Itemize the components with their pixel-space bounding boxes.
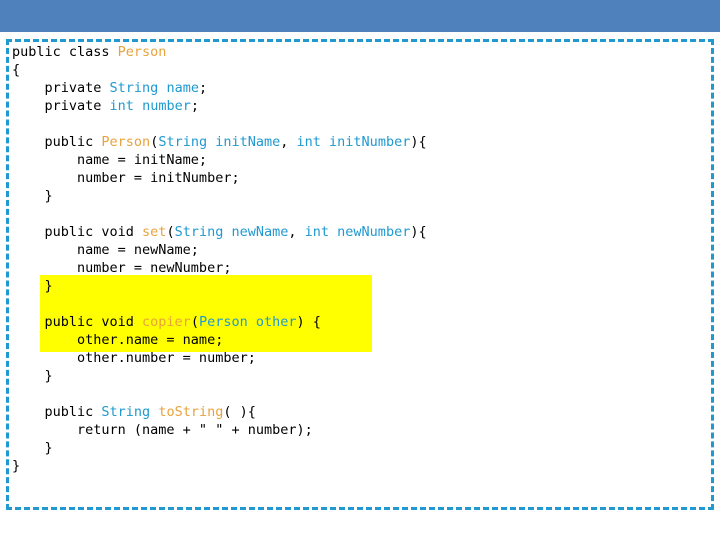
code-token: int xyxy=(109,98,143,114)
code-token: } xyxy=(12,368,53,384)
code-line: public class Person xyxy=(12,43,714,61)
code-line: name = initName; xyxy=(12,151,714,169)
code-line: } xyxy=(12,187,714,205)
code-token: ( ){ xyxy=(223,404,256,420)
code-token: ( xyxy=(190,314,199,330)
code-line xyxy=(12,205,714,223)
code-line: private String name; xyxy=(12,79,714,97)
code-line xyxy=(12,385,714,403)
code-token: toString xyxy=(158,404,224,420)
code-token: ) { xyxy=(296,314,321,330)
code-token: ; xyxy=(198,80,208,96)
code-token: int xyxy=(296,134,330,150)
code-token: newNumber xyxy=(337,224,411,240)
code-token: name xyxy=(166,80,199,96)
code-token: int xyxy=(304,224,338,240)
slide: public class Person { private String nam… xyxy=(0,0,720,540)
code-line: public void set(String newName, int newN… xyxy=(12,223,714,241)
code-token: other.name = name; xyxy=(12,332,224,348)
code-token: public void xyxy=(12,224,143,240)
code-token: initName xyxy=(215,134,281,150)
code-token: number = initNumber; xyxy=(12,170,240,186)
code-token: number xyxy=(142,98,191,114)
code-line: number = newNumber; xyxy=(12,259,714,277)
code-line: return (name + " " + number); xyxy=(12,421,714,439)
code-token: ( xyxy=(166,224,175,240)
code-token: set xyxy=(142,224,167,240)
code-token: Person xyxy=(101,134,151,150)
code-token: ; xyxy=(190,98,199,114)
code-token: , xyxy=(288,224,305,240)
code-line: } xyxy=(12,439,714,457)
code-token: } xyxy=(12,440,53,456)
code-line: private int number; xyxy=(12,97,714,115)
code-token: } xyxy=(12,458,21,474)
code-line: other.name = name; xyxy=(12,331,714,349)
code-block: public class Person { private String nam… xyxy=(6,39,714,510)
code-line: } xyxy=(12,277,714,295)
code-token: ){ xyxy=(410,224,427,240)
code-line: public String toString( ){ xyxy=(12,403,714,421)
code-line: } xyxy=(12,367,714,385)
code-token: ){ xyxy=(410,134,427,150)
code-token: other xyxy=(255,314,297,330)
code-line: other.number = number; xyxy=(12,349,714,367)
code-line: } xyxy=(12,457,714,475)
code-line: { xyxy=(12,61,714,79)
code-token: public class xyxy=(12,44,118,60)
code-line xyxy=(12,295,714,313)
code-line: public void copier(Person other) { xyxy=(12,313,714,331)
code-token: private xyxy=(12,98,110,114)
code-token: { xyxy=(12,62,21,78)
code-token: Person xyxy=(198,314,256,330)
code-token: name = newName; xyxy=(12,242,199,258)
code-token: other.number = number; xyxy=(12,350,256,366)
code-token: } xyxy=(12,278,53,294)
code-token: String xyxy=(174,224,232,240)
code-token: name = initName; xyxy=(12,152,208,168)
code-token: String xyxy=(158,134,216,150)
code-token: String xyxy=(101,404,159,420)
code-token: newName xyxy=(231,224,289,240)
code-token: , xyxy=(280,134,297,150)
code-token: public xyxy=(12,404,102,420)
code-line: name = newName; xyxy=(12,241,714,259)
code-token: return (name + " " + number); xyxy=(12,422,313,438)
code-token: public void xyxy=(12,314,143,330)
code-token: public xyxy=(12,134,102,150)
code-token: } xyxy=(12,188,53,204)
code-line xyxy=(12,115,714,133)
code-token: initNumber xyxy=(329,134,411,150)
code-line: public Person(String initName, int initN… xyxy=(12,133,714,151)
code-token: Person xyxy=(117,44,167,60)
code-token: copier xyxy=(142,314,191,330)
slide-top-band xyxy=(0,0,720,32)
code-token: number = newNumber; xyxy=(12,260,232,276)
code-token: private xyxy=(12,80,110,96)
code-token: String xyxy=(109,80,167,96)
code-line: number = initNumber; xyxy=(12,169,714,187)
